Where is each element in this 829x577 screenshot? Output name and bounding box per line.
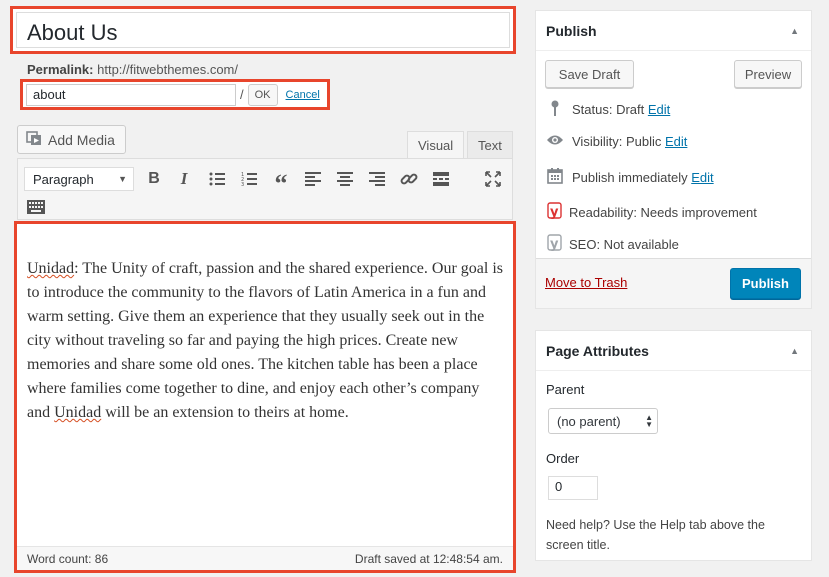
format-select-value: Paragraph	[33, 171, 94, 187]
slug-input[interactable]	[26, 83, 236, 106]
parent-label: Parent	[546, 382, 585, 397]
visibility-row: Visibility: Public Edit	[546, 134, 687, 149]
page-attributes-header[interactable]: Page Attributes ▲	[536, 331, 811, 371]
tab-text[interactable]: Text	[467, 131, 513, 158]
permalink-label: Permalink:	[27, 62, 94, 77]
editor-status-bar: Word count: 86 Draft saved at 12:48:54 a…	[17, 546, 513, 570]
preview-button[interactable]: Preview	[734, 60, 802, 88]
bold-icon[interactable]: B	[142, 167, 166, 191]
permalink-base-url: http://fitwebthemes.com/	[97, 62, 239, 77]
readability-label: Readability: Needs improvement	[569, 205, 757, 220]
calendar-icon	[546, 168, 564, 187]
editor-text-2: will be an extension to theirs at home.	[101, 404, 349, 421]
chevron-down-icon: ▼	[118, 174, 127, 184]
page-attributes-box: Page Attributes ▲ Parent (no parent) ▲ ▼ …	[535, 330, 812, 561]
order-input[interactable]: 0	[548, 476, 598, 500]
parent-select[interactable]: (no parent) ▲ ▼	[548, 408, 658, 434]
order-label: Order	[546, 451, 580, 466]
word-count: Word count: 86	[27, 551, 109, 566]
publish-box-header[interactable]: Publish ▲	[536, 11, 811, 51]
editor-text-1: : The Unity of craft, passion and the sh…	[27, 260, 504, 421]
blockquote-icon[interactable]: “	[269, 167, 293, 197]
schedule-edit-link[interactable]: Edit	[691, 170, 713, 185]
seo-label: SEO: Not available	[569, 237, 679, 252]
align-center-icon[interactable]	[333, 167, 357, 191]
select-arrows-icon: ▲ ▼	[645, 413, 653, 429]
visibility-edit-link[interactable]: Edit	[665, 134, 687, 149]
link-icon[interactable]	[397, 167, 421, 191]
save-draft-button[interactable]: Save Draft	[545, 60, 634, 88]
publish-actions: Move to Trash Publish	[536, 258, 811, 308]
numbered-list-icon[interactable]: 123	[237, 167, 261, 191]
read-more-icon[interactable]	[429, 167, 453, 191]
publish-heading: Publish	[546, 22, 597, 39]
draft-saved-status: Draft saved at 12:48:54 am.	[354, 551, 503, 566]
pin-icon	[546, 100, 564, 119]
align-left-icon[interactable]	[301, 167, 325, 191]
permalink-row: Permalink: http://fitwebthemes.com/	[27, 62, 238, 77]
fullscreen-icon[interactable]	[481, 167, 505, 191]
misspelled-word: Unidad	[54, 404, 102, 421]
svg-text:3: 3	[241, 182, 244, 186]
toolbar-toggle-icon[interactable]	[24, 195, 48, 219]
eye-icon	[546, 134, 564, 149]
misspelled-word: Unidad	[27, 260, 75, 277]
publish-button[interactable]: Publish	[730, 268, 801, 299]
slug-cancel-link[interactable]: Cancel	[286, 89, 320, 101]
svg-text:y: y	[550, 205, 559, 220]
help-text: Need help? Use the Help tab above the sc…	[546, 518, 765, 552]
slug-ok-button[interactable]: OK	[247, 83, 278, 106]
editor-area[interactable]: Unidad: The Unity of craft, passion and …	[14, 221, 516, 573]
status-edit-link[interactable]: Edit	[648, 102, 670, 117]
svg-text:y: y	[550, 237, 559, 252]
readability-row: y Readability: Needs improvement	[546, 202, 757, 223]
format-select[interactable]: Paragraph ▼	[24, 167, 134, 191]
media-icon	[26, 130, 42, 149]
parent-select-value: (no parent)	[557, 413, 621, 429]
visibility-label: Visibility: Public	[572, 134, 662, 149]
slug-slash: /	[240, 87, 244, 102]
align-right-icon[interactable]	[365, 167, 389, 191]
status-label: Status: Draft	[572, 102, 645, 117]
page-attributes-heading: Page Attributes	[546, 342, 649, 359]
tab-visual[interactable]: Visual	[407, 131, 465, 158]
bullet-list-icon[interactable]	[205, 167, 229, 191]
collapse-arrow-icon[interactable]: ▲	[790, 26, 799, 36]
editor-content[interactable]: Unidad: The Unity of craft, passion and …	[27, 257, 505, 425]
schedule-label: Publish immediately	[572, 170, 688, 185]
editor-toolbar: Paragraph ▼ B I 123 “	[17, 158, 513, 220]
status-row: Status: Draft Edit	[546, 100, 670, 119]
title-input[interactable]: About Us	[16, 12, 510, 48]
slug-editor: / OK Cancel	[20, 79, 330, 110]
schedule-row: Publish immediately Edit	[546, 168, 714, 187]
move-to-trash-link[interactable]: Move to Trash	[545, 275, 627, 290]
yoast-readability-icon: y	[546, 202, 564, 223]
add-media-label: Add Media	[48, 131, 115, 148]
seo-row: y SEO: Not available	[546, 234, 679, 255]
italic-icon[interactable]: I	[172, 167, 196, 191]
title-highlight: About Us	[10, 6, 516, 54]
yoast-seo-icon: y	[546, 234, 564, 255]
collapse-arrow-icon[interactable]: ▲	[790, 346, 799, 356]
add-media-button[interactable]: Add Media	[17, 125, 126, 154]
publish-box: Publish ▲ Save Draft Preview Status: Dra…	[535, 10, 812, 309]
